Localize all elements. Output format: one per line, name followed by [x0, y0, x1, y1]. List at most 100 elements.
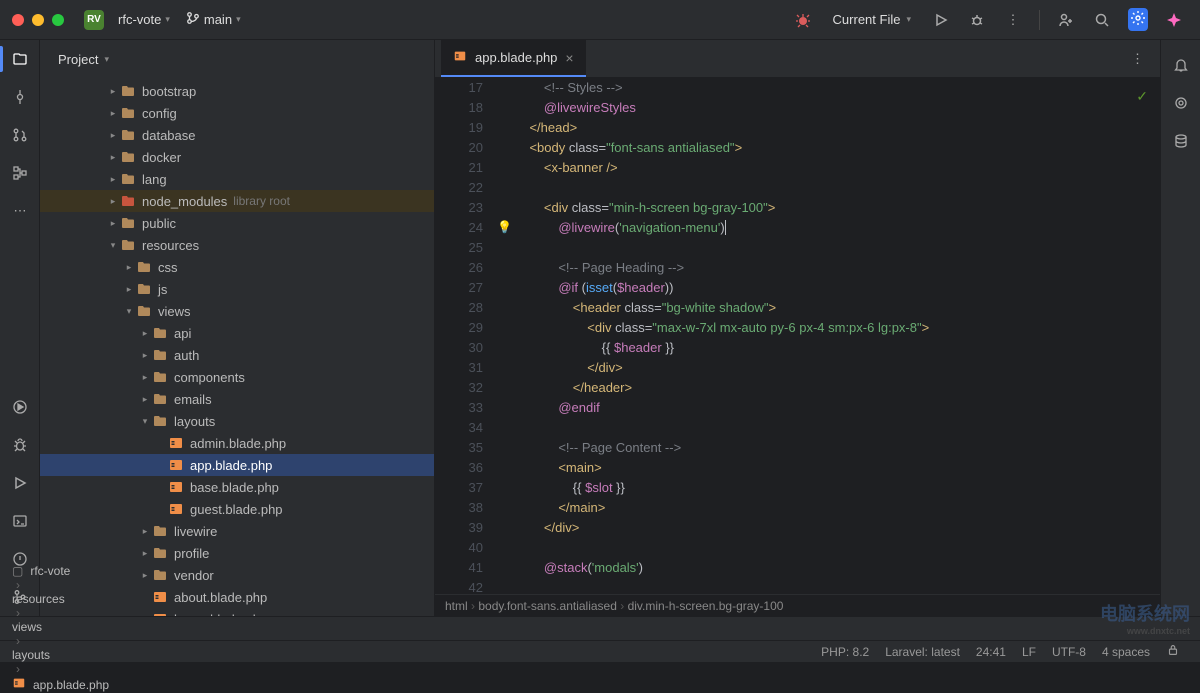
settings-icon[interactable] [1124, 6, 1152, 34]
code-with-me-icon[interactable] [1052, 6, 1080, 34]
status-php-version[interactable]: PHP: 8.2 [813, 645, 877, 659]
debug-tool-button[interactable] [0, 426, 40, 464]
close-button[interactable] [12, 14, 24, 26]
tree-chevron-icon[interactable] [138, 526, 152, 537]
tree-item[interactable]: js [40, 278, 434, 300]
tree-chevron-icon[interactable] [106, 108, 120, 119]
tree-chevron-icon[interactable] [106, 174, 120, 185]
tree-item[interactable]: lang [40, 168, 434, 190]
status-cursor-position[interactable]: 24:41 [968, 645, 1014, 659]
tree-item[interactable]: public [40, 212, 434, 234]
tree-item[interactable]: app.blade.php [40, 454, 434, 476]
ai-assistant-button[interactable] [1161, 84, 1200, 122]
database-tool-button[interactable] [1161, 122, 1200, 160]
project-panel-header[interactable]: Project ▾ [40, 40, 434, 78]
project-tree[interactable]: bootstrapconfig database dockerlangnode_mo… [40, 78, 434, 616]
debug-button[interactable] [963, 6, 991, 34]
status-indent[interactable]: 4 spaces [1094, 645, 1158, 659]
close-icon[interactable]: × [565, 50, 573, 66]
tree-item[interactable]: livewire [40, 520, 434, 542]
search-icon[interactable] [1088, 6, 1116, 34]
tree-chevron-icon[interactable] [138, 350, 152, 361]
breadcrumb-segment[interactable]: div.min-h-screen.bg-gray-100 [628, 599, 784, 613]
tree-chevron-icon[interactable] [106, 130, 120, 141]
tree-item[interactable]: components [40, 366, 434, 388]
structure-tool-button[interactable] [0, 154, 40, 192]
inspection-ok-icon[interactable]: ✓ [1136, 88, 1148, 105]
status-laravel-version[interactable]: Laravel: latest [877, 645, 968, 659]
tree-item[interactable]: css [40, 256, 434, 278]
editor-breadcrumb[interactable]: html › body.font-sans.antialiased › div.… [435, 594, 1160, 616]
tree-item[interactable]: admin.blade.php [40, 432, 434, 454]
branch-dropdown[interactable]: main ▾ [178, 7, 249, 32]
services-tool-button[interactable] [0, 388, 40, 426]
tree-item[interactable]: base.blade.php [40, 476, 434, 498]
tree-chevron-icon[interactable] [106, 196, 120, 207]
tree-item[interactable]: node_moduleslibrary root [40, 190, 434, 212]
blade-file-icon [152, 611, 168, 616]
tree-item-label: database [142, 128, 196, 143]
tree-item[interactable]: views [40, 300, 434, 322]
breadcrumb-segment[interactable]: body.font-sans.antialiased [478, 599, 617, 613]
debug-bug-icon[interactable] [789, 6, 817, 34]
breadcrumb-segment[interactable]: html [445, 599, 468, 613]
more-tools-button[interactable]: ⋯ [0, 192, 40, 230]
tree-item[interactable]: layouts [40, 410, 434, 432]
tree-chevron-icon[interactable] [138, 570, 152, 581]
file-path-breadcrumb[interactable]: ▢rfc-vote›resources›views›layouts›app.bl… [0, 616, 1200, 640]
tree-item[interactable]: config [40, 102, 434, 124]
tree-chevron-icon[interactable] [138, 548, 152, 559]
tree-chevron-icon[interactable] [138, 372, 152, 383]
tab-menu-button[interactable]: ⋮ [1121, 51, 1154, 67]
pull-requests-tool-button[interactable] [0, 116, 40, 154]
maximize-button[interactable] [52, 14, 64, 26]
path-segment[interactable]: layouts [12, 648, 109, 662]
notifications-button[interactable] [1161, 46, 1200, 84]
more-actions-button[interactable]: ⋮ [999, 6, 1027, 34]
tree-chevron-icon[interactable] [138, 416, 152, 427]
editor-tab[interactable]: app.blade.php × [441, 40, 586, 77]
tree-chevron-icon[interactable] [122, 306, 136, 317]
tree-item-label: api [174, 326, 191, 341]
folder-icon [152, 325, 168, 341]
tree-item[interactable]: auth [40, 344, 434, 366]
project-dropdown[interactable]: rfc-vote ▾ [110, 8, 178, 31]
tree-item[interactable]: docker [40, 146, 434, 168]
status-encoding[interactable]: UTF-8 [1044, 645, 1094, 659]
problems-tool-button[interactable] [0, 540, 40, 578]
path-segment[interactable]: app.blade.php [12, 676, 109, 693]
commit-tool-button[interactable] [0, 78, 40, 116]
intention-bulb-icon[interactable]: 💡 [497, 220, 512, 234]
tree-chevron-icon[interactable] [138, 394, 152, 405]
tree-item[interactable]: emails [40, 388, 434, 410]
tree-chevron-icon[interactable] [138, 328, 152, 339]
tree-item[interactable]: bootstrap [40, 80, 434, 102]
project-tool-button[interactable] [0, 40, 40, 78]
minimize-button[interactable] [32, 14, 44, 26]
terminal-tool-button[interactable] [0, 502, 40, 540]
status-line-separator[interactable]: LF [1014, 645, 1044, 659]
tree-item[interactable]: resources [40, 234, 434, 256]
run-tool-button[interactable] [0, 464, 40, 502]
tree-item-hint: library root [233, 194, 290, 208]
tree-item[interactable]: api [40, 322, 434, 344]
run-button[interactable] [927, 6, 955, 34]
tree-chevron-icon[interactable] [122, 262, 136, 273]
tree-chevron-icon[interactable] [106, 86, 120, 97]
tree-chevron-icon[interactable] [106, 152, 120, 163]
jetbrains-ai-icon[interactable] [1160, 6, 1188, 34]
tree-chevron-icon[interactable] [122, 284, 136, 295]
run-config-dropdown[interactable]: Current File ▾ [825, 8, 919, 31]
tree-item[interactable]: profile [40, 542, 434, 564]
status-readonly-icon[interactable] [1158, 643, 1188, 660]
tree-item[interactable]: database [40, 124, 434, 146]
tree-chevron-icon[interactable] [106, 240, 120, 251]
vcs-tool-button[interactable] [0, 578, 40, 616]
tree-item[interactable]: guest.blade.php [40, 498, 434, 520]
chevron-down-icon: ▾ [104, 54, 109, 65]
blade-file-icon [168, 501, 184, 517]
path-segment[interactable]: views [12, 620, 109, 634]
tree-chevron-icon[interactable] [106, 218, 120, 229]
editor-body[interactable]: 1718192021222324252627282930313233343536… [435, 78, 1160, 594]
code-content[interactable]: <!-- Styles --> @livewireStyles </head> … [515, 78, 1160, 594]
